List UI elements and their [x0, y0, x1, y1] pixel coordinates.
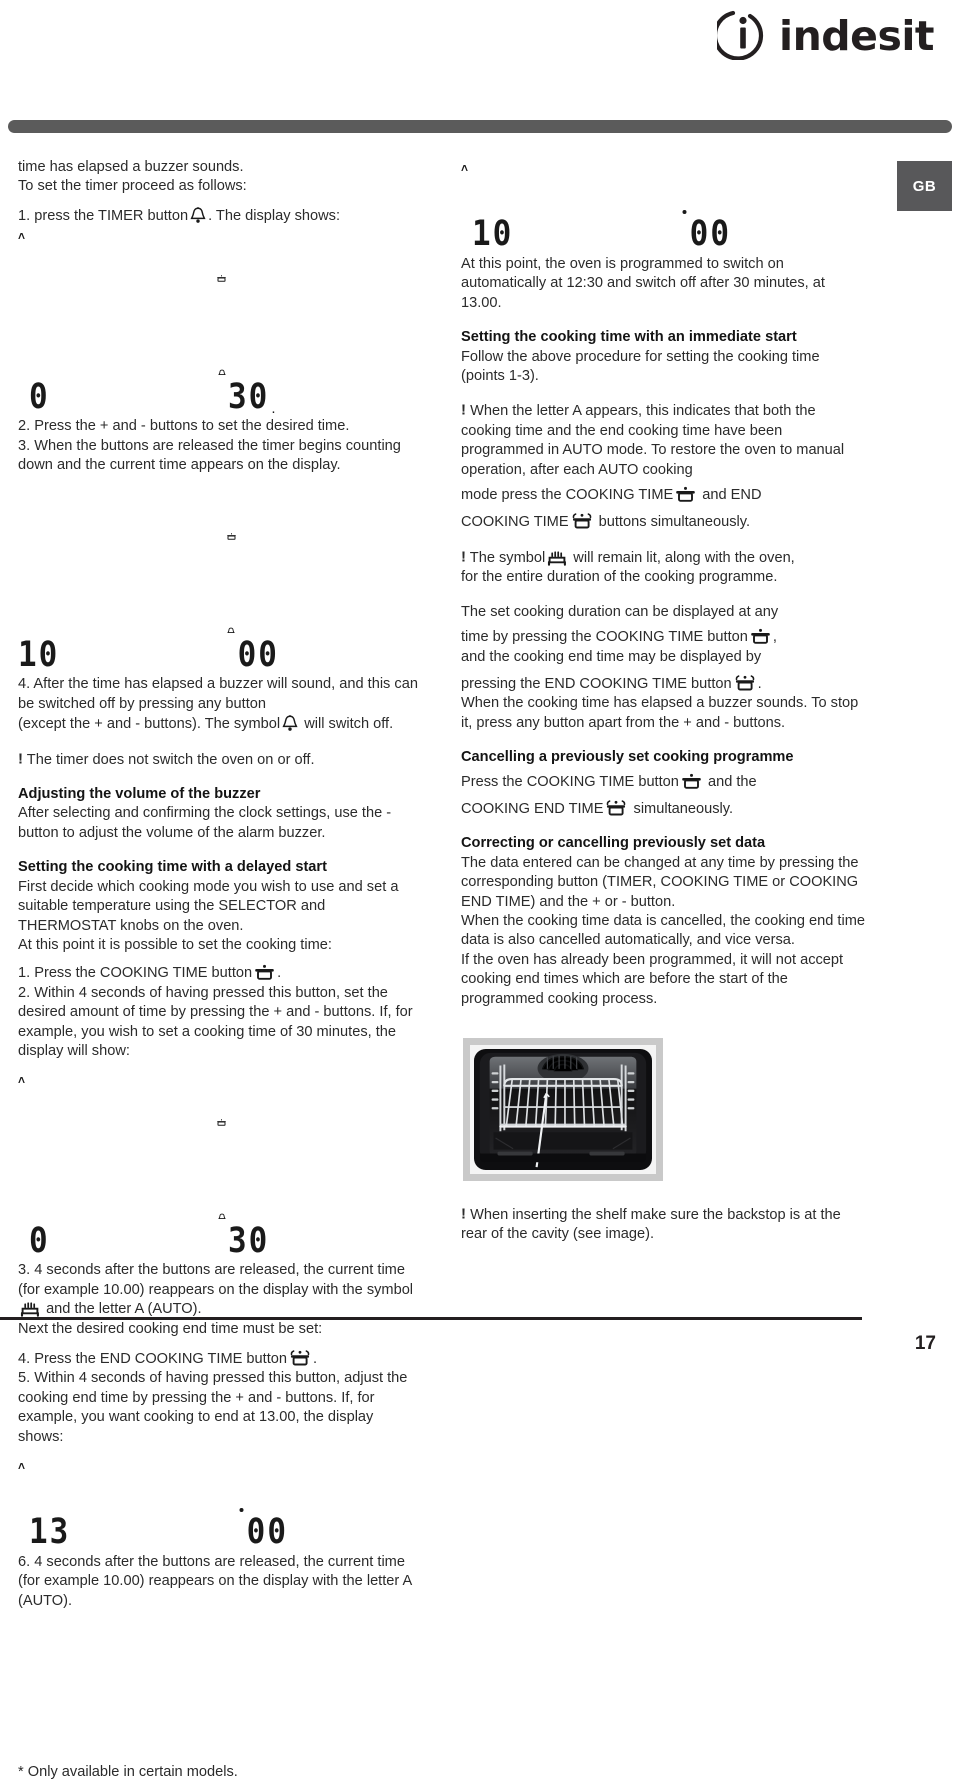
note-inserting-shelf: ! When inserting the shelf make sure the… [461, 1205, 841, 1243]
attention-mark: ! [461, 401, 466, 419]
duration-c: and the cooking end time may be displaye… [461, 648, 762, 665]
header-divider-bar [8, 120, 952, 133]
lcd-display-10-00-right: ˄ 10 00 [461, 158, 865, 255]
pot-icon [750, 628, 771, 645]
timer-step-4: 4. After the time has elapsed a buzzer w… [18, 676, 418, 712]
left-column: time has elapsed a buzzer sounds. To set… [18, 158, 422, 1783]
heading-delayed-start: Setting the cooking time with a delayed … [18, 859, 327, 876]
lcd-dot [72, 1456, 244, 1549]
timer-step-3: 3. When the buttons are released the tim… [18, 437, 401, 474]
intro-line-2: To set the timer proceed as follows: [18, 178, 247, 195]
bell-mini-icon [62, 578, 235, 671]
cancel-line-b: COOKING END TIME simultaneously. [461, 798, 865, 819]
pot-mini-icon [61, 484, 236, 577]
lcd-display-0-30: ˄ 0 30 . [18, 226, 422, 417]
cancel-line-a: Press the COOKING TIME button and the [461, 773, 757, 790]
attention-mark: ! [18, 750, 23, 768]
footnote-models: * Only available in certain models. [18, 1764, 238, 1781]
pot-with-steam-icon [605, 798, 627, 817]
lcd-display-13-00-left: ˄ 13 00 [18, 1456, 422, 1553]
delayed-step-6: 6. 4 seconds after the buttons are relea… [18, 1554, 412, 1609]
timer-note: ! The timer does not switch the oven on … [18, 750, 315, 768]
timer-step-1: 1. press the TIMER button. The display s… [18, 206, 341, 224]
attention-mark: ! [461, 548, 466, 566]
heading-immediate-start: Setting the cooking time with an immedia… [461, 329, 797, 346]
timer-step-4b: (except the + and - buttons). The symbol… [18, 714, 394, 733]
pot-icon [681, 773, 702, 790]
attention-mark: ! [461, 1205, 466, 1223]
duration-b: time by pressing the COOKING TIME button… [461, 628, 777, 646]
volume-body: After selecting and confirming the clock… [18, 805, 392, 841]
delayed-step-1: 1. Press the COOKING TIME button. [18, 964, 282, 982]
oven-heat-icon [547, 550, 567, 566]
delayed-body-1: First decide which cooking mode you wish… [18, 878, 399, 934]
pot-with-steam-icon [289, 1348, 311, 1367]
right-column: ˄ 10 00 At this point, the oven is progr… [461, 158, 865, 1245]
intro-line-1: time has elapsed a buzzer sounds. [18, 159, 244, 175]
delayed-step-2: 2. Within 4 seconds of having pressed th… [18, 984, 413, 1059]
brand-logo: indesit [712, 8, 934, 65]
note-symbol-lit-cont: for the entire duration of the cooking p… [461, 569, 778, 586]
page-number: 17 [914, 1333, 936, 1354]
lcd-separator-symbols [513, 158, 689, 255]
duration-a: The set cooking duration can be displaye… [461, 603, 779, 620]
delayed-step-4: 4. Press the END COOKING TIME button. [18, 1348, 422, 1369]
lcd-dot [515, 158, 687, 251]
right-para-1: At this point, the oven is programmed to… [461, 256, 825, 311]
pot-mini-icon [52, 226, 226, 319]
pot-with-steam-icon [571, 511, 593, 530]
timer-step-2: 2. Press the + and - buttons to set the … [18, 418, 350, 435]
correcting-body-3: If the oven has already been programmed,… [461, 951, 844, 1007]
duration-e: When the cooking time has elapsed a buzz… [461, 695, 859, 731]
pot-mini-icon [52, 1070, 226, 1163]
correcting-body-2: When the cooking time data is cancelled,… [461, 912, 865, 949]
heading-adjusting-volume: Adjusting the volume of the buzzer [18, 786, 261, 803]
bell-mini-icon [52, 1164, 226, 1257]
lcd-separator-symbols [70, 1456, 246, 1553]
note-auto-a: ! When the letter A appears, this indica… [461, 401, 845, 478]
language-badge: GB [897, 161, 952, 211]
pot-with-steam-icon [734, 673, 756, 692]
oven-heat-icon [20, 1301, 40, 1317]
pot-icon [254, 964, 275, 981]
lcd-separator-symbols [59, 484, 237, 675]
delayed-body-2: At this point it is possible to set the … [18, 936, 332, 953]
footer-divider [0, 1317, 862, 1320]
lcd-separator-symbols [50, 1070, 228, 1261]
duration-d: pressing the END COOKING TIME button. [461, 673, 865, 694]
brand-wordmark: indesit [779, 12, 934, 60]
oven-cavity-illustration [474, 1049, 652, 1170]
note-symbol-lit: ! The symbol will remain lit, along with… [461, 548, 795, 566]
note-auto-c: COOKING TIME buttons simultaneously. [461, 511, 865, 532]
pot-icon [675, 486, 696, 503]
heading-cancelling-programme: Cancelling a previously set cooking prog… [461, 749, 794, 766]
lcd-display-10-00-left: 10 00 [18, 484, 422, 675]
delayed-step-3: 3. 4 seconds after the buttons are relea… [18, 1262, 414, 1318]
correcting-body-1: The data entered can be changed at any t… [461, 854, 859, 910]
lcd-separator-symbols [50, 226, 228, 417]
oven-cavity-photo [463, 1038, 663, 1181]
note-auto-b: mode press the COOKING TIME and END [461, 486, 762, 504]
lcd-display-0-30-second: ˄ 0 30 [18, 1070, 422, 1261]
immediate-body: Follow the above procedure for setting t… [461, 348, 820, 385]
bell-mini-icon [52, 320, 226, 413]
bell-icon [282, 714, 298, 732]
delayed-step-5: 5. Within 4 seconds of having pressed th… [18, 1370, 408, 1445]
heading-correcting-data: Correcting or cancelling previously set … [461, 835, 766, 852]
bell-icon [190, 206, 206, 224]
delayed-step-3c: Next the desired cooking end time must b… [18, 1320, 323, 1337]
indesit-i-circle-icon [712, 8, 769, 65]
